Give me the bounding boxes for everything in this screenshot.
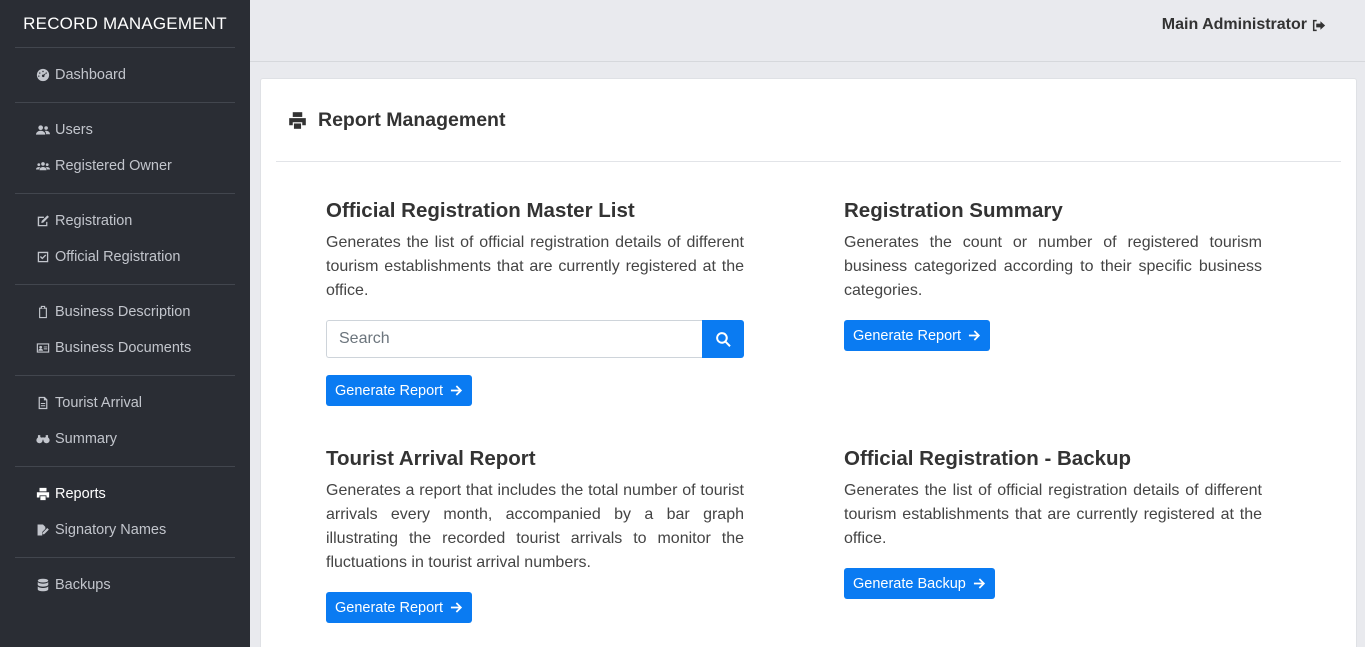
sidebar-item-backups[interactable]: Backups: [15, 567, 235, 603]
section-title: Registration Summary: [844, 199, 1063, 222]
print-icon: [289, 111, 306, 129]
tourist-arrival-section: Tourist Arrival Report Generates a repor…: [326, 447, 744, 623]
nav-group-business: Business Description Business Documents: [15, 285, 235, 376]
page-title: Report Management: [318, 108, 506, 131]
sidebar: RECORD MANAGEMENT Dashboard Users Regist…: [0, 0, 250, 647]
search-bar: [326, 320, 744, 358]
nav-group-users: Users Registered Owner: [15, 103, 235, 194]
section-description: Generates the list of official registrat…: [844, 482, 1262, 547]
arrow-right-icon: [973, 578, 985, 589]
nav-group-registration: Registration Official Registration: [15, 194, 235, 285]
button-label: Generate Report: [335, 382, 444, 399]
sidebar-item-label: Reports: [55, 486, 106, 502]
sidebar-item-business-description[interactable]: Business Description: [15, 294, 235, 330]
report-management-card: Report Management Official Registration …: [260, 78, 1357, 647]
sidebar-item-users[interactable]: Users: [15, 112, 235, 148]
sidebar-item-label: Official Registration: [55, 249, 181, 265]
search-button[interactable]: [702, 320, 744, 358]
sidebar-item-label: Business Documents: [55, 340, 192, 356]
topbar: Main Administrator: [250, 0, 1365, 62]
button-label: Generate Report: [853, 327, 962, 344]
sidebar-item-label: Business Description: [55, 304, 191, 320]
button-label: Generate Backup: [853, 575, 966, 592]
card-header: Report Management: [276, 79, 1341, 162]
generate-summary-report-button[interactable]: Generate Report: [844, 320, 991, 351]
nav-group-tourist: Tourist Arrival Summary: [15, 376, 235, 467]
section-title: Official Registration Master List: [326, 199, 635, 222]
registration-summary-section: Registration Summary Generates the count…: [844, 199, 1262, 351]
search-input[interactable]: [326, 320, 702, 358]
nav-group-backups: Backups: [15, 558, 235, 612]
section-title: Tourist Arrival Report: [326, 447, 536, 470]
sidebar-item-label: Dashboard: [55, 67, 126, 83]
sidebar-item-reports[interactable]: Reports: [15, 476, 235, 512]
master-list-section: Official Registration Master List Genera…: [326, 199, 744, 406]
generate-arrival-report-button[interactable]: Generate Report: [326, 592, 473, 623]
section-description: Generates the list of official registrat…: [326, 234, 744, 299]
section-description: Generates the count or number of registe…: [844, 234, 1262, 299]
database-icon: [35, 577, 51, 593]
dashboard-icon: [35, 67, 51, 83]
generate-backup-button[interactable]: Generate Backup: [844, 568, 995, 599]
sidebar-item-registration[interactable]: Registration: [15, 203, 235, 239]
id-card-icon: [35, 340, 51, 356]
users-icon: [35, 122, 51, 138]
sidebar-item-official-registration[interactable]: Official Registration: [15, 239, 235, 275]
sidebar-item-label: Backups: [55, 577, 111, 593]
nav-group-reports: Reports Signatory Names: [15, 467, 235, 558]
section-title: Official Registration - Backup: [844, 447, 1132, 470]
generate-master-report-button[interactable]: Generate Report: [326, 375, 473, 406]
sidebar-item-label: Registration: [55, 213, 133, 229]
sidebar-item-tourist-arrival[interactable]: Tourist Arrival: [15, 385, 235, 421]
edit-icon: [35, 213, 51, 229]
sidebar-item-label: Signatory Names: [55, 522, 167, 538]
user-name: Main Administrator: [1161, 16, 1307, 33]
nav-group-dashboard: Dashboard: [15, 48, 235, 103]
sidebar-item-label: Summary: [55, 431, 118, 447]
sidebar-brand: RECORD MANAGEMENT: [15, 0, 235, 48]
button-label: Generate Report: [335, 599, 444, 616]
sidebar-item-signatory-names[interactable]: Signatory Names: [15, 512, 235, 548]
file-icon: [35, 395, 51, 411]
sidebar-item-dashboard[interactable]: Dashboard: [15, 57, 235, 93]
print-icon: [35, 486, 51, 502]
registration-backup-section: Official Registration - Backup Generates…: [844, 447, 1262, 599]
clipboard-icon: [35, 304, 51, 320]
sidebar-item-summary[interactable]: Summary: [15, 421, 235, 457]
sidebar-item-label: Registered Owner: [55, 158, 172, 174]
sign-out-icon[interactable]: [1311, 18, 1328, 33]
arrow-right-icon: [450, 385, 463, 396]
sidebar-item-label: Users: [55, 122, 93, 138]
sidebar-item-label: Tourist Arrival: [55, 395, 143, 411]
people-group-icon: [35, 158, 51, 174]
sidebar-item-business-documents[interactable]: Business Documents: [15, 330, 235, 366]
section-description: Generates a report that includes the tot…: [326, 482, 744, 571]
binoculars-icon: [35, 431, 51, 447]
file-signature-icon: [35, 522, 51, 538]
search-icon: [715, 331, 731, 347]
arrow-right-icon: [968, 330, 981, 341]
sidebar-item-registered-owner[interactable]: Registered Owner: [15, 148, 235, 184]
arrow-right-icon: [450, 602, 463, 613]
check-square-icon: [35, 249, 51, 265]
user-menu[interactable]: Main Administrator: [1162, 16, 1328, 34]
